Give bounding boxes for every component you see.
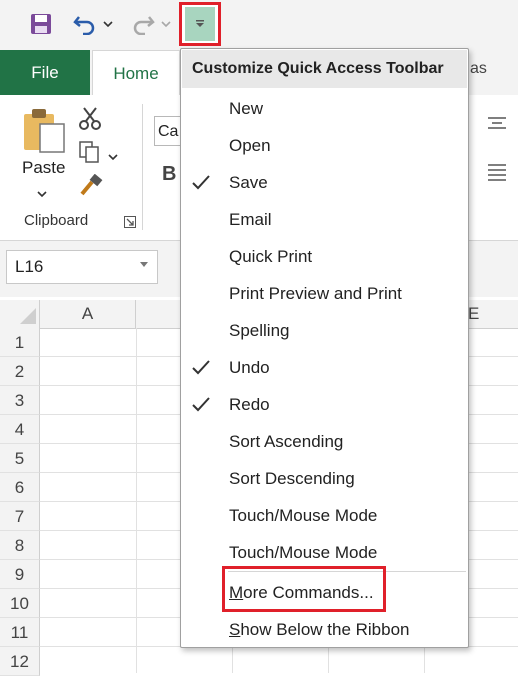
undo-dropdown-icon[interactable] — [101, 14, 115, 34]
save-icon[interactable] — [26, 10, 56, 38]
name-box-dropdown-icon[interactable] — [140, 262, 148, 267]
tab-home[interactable]: Home — [92, 50, 180, 96]
menu-item-spelling[interactable]: Spelling — [182, 313, 467, 350]
more-commands-highlight — [222, 566, 386, 612]
menu-item-label: Undo — [229, 358, 270, 377]
menu-item-label: Save — [229, 173, 268, 192]
name-box[interactable]: L16 — [6, 250, 158, 284]
row-header[interactable]: 8 — [0, 531, 40, 560]
redo-icon[interactable] — [128, 10, 158, 38]
grid-line — [136, 328, 137, 673]
tab-formulas-partial[interactable]: as — [470, 60, 487, 78]
row-header[interactable]: 7 — [0, 502, 40, 531]
menu-item-new[interactable]: New — [182, 91, 467, 128]
redo-dropdown-icon[interactable] — [159, 14, 173, 34]
row-header[interactable]: 11 — [0, 618, 40, 647]
row-header[interactable]: 12 — [0, 647, 40, 676]
menu-item-show-below-ribbon[interactable]: Show Below the Ribbon — [182, 612, 467, 649]
column-header-a[interactable]: A — [40, 300, 136, 328]
menu-item-save[interactable]: Save — [182, 165, 467, 202]
bold-button[interactable]: B — [162, 163, 176, 186]
menu-item-print-preview[interactable]: Print Preview and Print — [182, 276, 467, 313]
checkmark-icon — [191, 359, 211, 377]
menu-item-label: Quick Print — [229, 247, 313, 266]
menu-item-label: Sort Ascending — [229, 432, 344, 451]
menu-item-touch-mouse-mode[interactable]: Touch/Mouse Mode — [182, 498, 467, 535]
menu-item-label: Show Below the Ribbon — [229, 620, 410, 640]
menu-item-label: Touch/Mouse Mode — [229, 543, 378, 562]
menu-item-label: Touch/Mouse Mode — [229, 506, 378, 525]
paste-button-label[interactable]: Paste — [22, 158, 65, 178]
cut-icon[interactable] — [78, 106, 102, 135]
select-all-corner[interactable] — [0, 300, 40, 328]
paste-icon[interactable] — [22, 106, 68, 159]
copy-dropdown-icon[interactable] — [108, 148, 118, 166]
clipboard-group-label: Clipboard — [24, 212, 89, 229]
menu-item-email[interactable]: Email — [182, 202, 467, 239]
paste-dropdown-icon[interactable] — [37, 185, 47, 203]
checkmark-icon — [191, 396, 211, 414]
menu-item-open[interactable]: Open — [182, 128, 467, 165]
row-header[interactable]: 9 — [0, 560, 40, 589]
menu-item-label: New — [229, 99, 264, 118]
menu-item-label: Print Preview and Print — [229, 284, 402, 303]
row-header[interactable]: 2 — [0, 357, 40, 386]
row-header[interactable]: 6 — [0, 473, 40, 502]
menu-item-hotkey: S — [229, 620, 241, 639]
row-header[interactable]: 10 — [0, 589, 40, 618]
menu-item-label: Open — [229, 136, 271, 155]
menu-item-label: Sort Descending — [229, 469, 355, 488]
menu-item-label: Redo — [229, 395, 270, 414]
tab-file[interactable]: File — [0, 50, 90, 95]
row-header[interactable]: 4 — [0, 415, 40, 444]
customize-quick-access-button[interactable] — [179, 2, 221, 46]
ribbon-group-divider — [142, 104, 143, 230]
menu-item-label: Spelling — [229, 321, 290, 340]
customize-dropdown-icon — [185, 7, 215, 41]
undo-icon[interactable] — [70, 10, 100, 38]
menu-item-quick-print[interactable]: Quick Print — [182, 239, 467, 276]
format-painter-icon[interactable] — [78, 173, 104, 203]
menu-item-label-rest: how Below the Ribbon — [240, 620, 410, 639]
menu-item-undo[interactable]: Undo — [182, 350, 467, 387]
align-justify-icon[interactable] — [486, 163, 508, 190]
row-header[interactable]: 3 — [0, 386, 40, 415]
row-header[interactable]: 1 — [0, 328, 40, 357]
menu-title: Customize Quick Access Toolbar — [182, 50, 467, 88]
clipboard-launcher-icon[interactable] — [124, 215, 136, 233]
menu-item-sort-descending[interactable]: Sort Descending — [182, 461, 467, 498]
copy-icon[interactable] — [78, 140, 102, 169]
menu-item-sort-ascending[interactable]: Sort Ascending — [182, 424, 467, 461]
row-header[interactable]: 5 — [0, 444, 40, 473]
menu-item-redo[interactable]: Redo — [182, 387, 467, 424]
column-header-e[interactable]: E — [462, 300, 518, 328]
align-top-icon[interactable] — [486, 116, 508, 135]
menu-item-label: Email — [229, 210, 272, 229]
column-header-b[interactable] — [136, 300, 184, 328]
customize-toolbar-menu: Customize Quick Access Toolbar New Open … — [180, 48, 469, 648]
checkmark-icon — [191, 174, 211, 192]
